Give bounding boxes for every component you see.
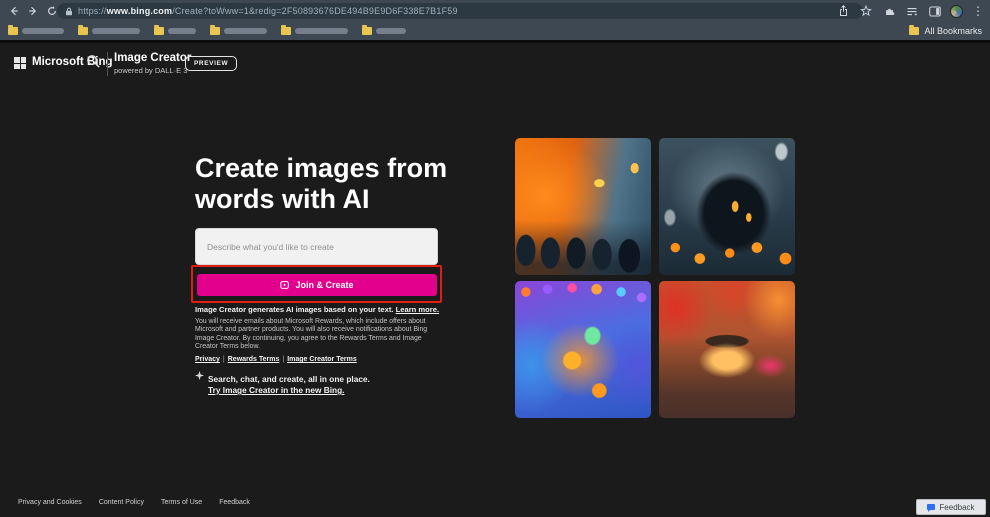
bookmark-item[interactable]	[362, 27, 406, 35]
address-bar[interactable]: https://www.bing.com/Create?toWww=1&redi…	[57, 3, 863, 19]
bookmark-item[interactable]	[78, 27, 140, 35]
learn-more-link[interactable]: Learn more.	[396, 305, 439, 314]
join-create-label: Join & Create	[295, 280, 353, 290]
feedback-button[interactable]: Feedback	[916, 499, 986, 515]
prompt-input[interactable]	[195, 228, 438, 265]
preview-badge: PREVIEW	[185, 56, 237, 71]
forward-icon[interactable]	[24, 2, 42, 20]
header-divider	[107, 52, 108, 76]
all-bookmarks-button[interactable]: All Bookmarks	[909, 26, 982, 36]
feedback-bubble-icon	[927, 504, 935, 510]
rewards-terms-link[interactable]: Rewards Terms	[228, 356, 280, 363]
folder-icon	[78, 27, 88, 35]
gallery-image-autumn-cabin	[659, 281, 795, 418]
extensions-icon[interactable]	[881, 3, 897, 19]
folder-icon	[210, 27, 220, 35]
bookmark-item[interactable]	[210, 27, 267, 35]
bookmark-star-icon[interactable]	[858, 3, 874, 19]
app-title: Image Creator	[114, 52, 191, 64]
legal-links: Privacy|Rewards Terms|Image Creator Term…	[195, 356, 357, 363]
gallery-image-haunted-house	[659, 138, 795, 275]
page: https://www.bing.com/Create?toWww=1&redi…	[0, 0, 990, 517]
folder-icon	[362, 27, 372, 35]
description-text: Image Creator generates AI images based …	[195, 305, 440, 314]
bookmark-item[interactable]	[8, 27, 64, 35]
folder-icon	[8, 27, 18, 35]
browser-menu-icon[interactable]: ⋮	[970, 3, 986, 19]
bookmark-item[interactable]	[281, 27, 348, 35]
footer-feedback-link[interactable]: Feedback	[219, 499, 250, 506]
chrome-divider	[0, 40, 990, 43]
lock-icon	[65, 7, 73, 16]
folder-icon	[281, 27, 291, 35]
url-text: https://www.bing.com/Create?toWww=1&redi…	[78, 6, 458, 16]
page-title: Create images from words with AI	[195, 153, 455, 215]
join-create-button[interactable]: Join & Create	[197, 274, 437, 296]
rewards-disclaimer: You will receive emails about Microsoft …	[195, 318, 435, 352]
create-sparkle-icon	[280, 280, 290, 290]
bookmarks-bar: All Bookmarks	[0, 22, 990, 40]
side-panel-icon[interactable]	[927, 3, 943, 19]
try-new-bing-link[interactable]: Try Image Creator in the new Bing.	[208, 385, 344, 395]
app-subtitle: powered by DALL·E 3	[114, 66, 187, 75]
folder-icon	[154, 27, 164, 35]
back-icon[interactable]	[5, 2, 23, 20]
all-bookmarks-label: All Bookmarks	[924, 26, 982, 36]
promo-text: Search, chat, and create, all in one pla…	[208, 374, 370, 384]
share-icon[interactable]	[835, 3, 851, 19]
reading-list-icon[interactable]	[904, 3, 920, 19]
search-icon[interactable]	[86, 54, 101, 69]
footer-content-policy-link[interactable]: Content Policy	[99, 499, 144, 506]
folder-icon	[909, 27, 919, 35]
feedback-button-label: Feedback	[939, 503, 974, 512]
footer-privacy-link[interactable]: Privacy and Cookies	[18, 499, 82, 506]
browser-toolbar: https://www.bing.com/Create?toWww=1&redi…	[0, 0, 990, 22]
bookmark-item[interactable]	[154, 27, 196, 35]
image-creator-terms-link[interactable]: Image Creator Terms	[287, 356, 357, 363]
sparkle-icon	[195, 371, 204, 380]
gallery-image-trick-or-treaters	[515, 138, 651, 275]
microsoft-logo-icon[interactable]	[14, 57, 26, 69]
footer-links: Privacy and Cookies Content Policy Terms…	[18, 499, 250, 506]
gallery-image-glowing-candy-bowl	[515, 281, 651, 418]
footer-terms-link[interactable]: Terms of Use	[161, 499, 202, 506]
profile-avatar[interactable]	[950, 5, 963, 18]
privacy-link[interactable]: Privacy	[195, 356, 220, 363]
promo-block: Search, chat, and create, all in one pla…	[195, 373, 445, 396]
